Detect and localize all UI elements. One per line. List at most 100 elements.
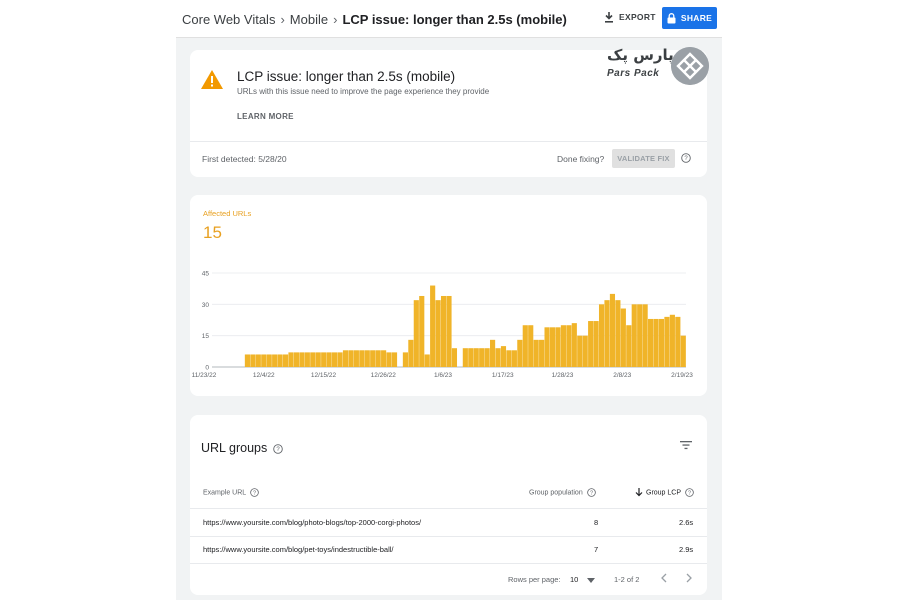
chart-bar <box>604 300 610 367</box>
affected-urls-chart: 0 15 30 45 11/23/22 12/4/22 12/15/22 12/26/22 1/… <box>192 271 694 380</box>
chart-bar <box>637 304 643 367</box>
chart-bar <box>620 308 626 367</box>
rows-per-page-label: Rows per page: <box>508 575 561 584</box>
chart-bar <box>440 295 447 367</box>
svg-text:?: ? <box>684 156 688 162</box>
export-button[interactable]: EXPORT <box>604 12 656 23</box>
y-tick-label: 30 <box>202 302 210 309</box>
chart-bar <box>424 354 430 367</box>
chart-bar <box>506 350 512 367</box>
chart-bar <box>484 348 490 367</box>
x-tick-label: 1/28/23 <box>552 372 574 379</box>
affected-urls-label: Affected URLs <box>203 209 252 218</box>
chart-bar <box>642 304 648 367</box>
y-tick-label: 0 <box>205 365 209 372</box>
column-label-example-url: Example URL <box>203 489 247 497</box>
x-tick-label: 11/23/22 <box>192 372 217 379</box>
chart-bar <box>435 300 441 367</box>
url-groups-heading: URL groups? <box>201 441 284 455</box>
chart-bar <box>539 339 545 367</box>
chart-bar <box>582 335 588 367</box>
chart-bar <box>304 352 310 367</box>
breadcrumb-mobile[interactable]: Mobile <box>290 12 328 27</box>
chart-bar <box>490 339 496 367</box>
first-detected: First detected: 5/28/20 <box>202 154 287 164</box>
chart-bar <box>391 352 398 367</box>
help-icon[interactable]: ? <box>685 488 694 497</box>
chart-bar <box>342 350 349 367</box>
svg-text:?: ? <box>688 490 691 496</box>
help-icon[interactable]: ? <box>250 488 259 497</box>
column-label-group-population: Group population <box>529 489 583 497</box>
help-icon[interactable]: ? <box>586 488 596 497</box>
chevron-right-icon[interactable] <box>685 573 693 583</box>
url-groups-card: URL groups? Example URL? Group populatio… <box>190 415 707 595</box>
caret-down-icon <box>587 577 596 583</box>
chart-bar <box>332 352 338 367</box>
chart-bar <box>381 350 387 367</box>
logo-latin-text: Pars Pack <box>607 68 660 79</box>
chart-bar <box>473 348 479 367</box>
row-2-url[interactable]: https://www.yoursite.com/blog/pet-toys/i… <box>203 545 394 554</box>
top-bar: Core Web Vitals › Mobile › LCP issue: longer… <box>176 0 722 38</box>
chart-bar <box>555 327 561 367</box>
row-1-population: 8 <box>594 518 599 527</box>
chart-bar <box>326 352 332 367</box>
issue-description: URLs with this issue need to improve the… <box>237 87 490 96</box>
chart-bar <box>255 354 261 367</box>
chart-bar <box>408 339 414 367</box>
chart-bar <box>364 350 370 367</box>
chart-bar <box>609 293 616 367</box>
row-1-url[interactable]: https://www.yoursite.com/blog/photo-blog… <box>203 518 421 527</box>
chart-bar <box>315 352 321 367</box>
chevron-right-icon: › <box>333 12 338 28</box>
column-header-group-population[interactable]: Group population? <box>529 488 596 497</box>
chart-bar <box>321 352 327 367</box>
chart-bar <box>571 323 577 367</box>
chart-bar <box>653 318 659 367</box>
chart-bar <box>451 348 458 367</box>
help-icon[interactable]: ? <box>273 443 284 454</box>
chart-bar <box>560 325 566 367</box>
breadcrumb-core-web-vitals[interactable]: Core Web Vitals <box>182 12 275 27</box>
x-tick-label: 2/19/23 <box>671 372 693 379</box>
row-2-lcp: 2.9s <box>679 545 694 554</box>
column-label-group-lcp: Group LCP <box>646 489 682 497</box>
lock-icon <box>667 12 676 23</box>
warning-icon <box>201 70 223 89</box>
help-icon[interactable]: ? <box>681 153 691 163</box>
validate-fix-button[interactable]: VALIDATE FIX <box>612 149 675 168</box>
column-header-group-lcp[interactable]: Group LCP? <box>635 488 694 497</box>
column-header-example-url: Example URL? <box>203 488 259 497</box>
divider <box>190 141 707 142</box>
chevron-left-icon[interactable] <box>660 573 668 583</box>
issue-title: LCP issue: longer than 2.5s (mobile) <box>237 69 456 84</box>
divider <box>190 536 707 537</box>
rows-per-page-select[interactable]: 10 <box>570 575 596 584</box>
chart-bar <box>544 327 550 367</box>
chart-bar <box>348 350 354 367</box>
share-button[interactable]: SHARE <box>662 7 717 29</box>
chart-bar <box>664 316 670 367</box>
chart-bar <box>588 321 594 367</box>
chart-bar <box>375 350 381 367</box>
chart-bar <box>658 318 665 367</box>
chart-bar <box>430 285 436 367</box>
download-icon <box>605 12 613 23</box>
chart-bar <box>277 354 283 367</box>
chart-bar <box>500 346 507 367</box>
divider <box>190 508 707 509</box>
x-tick-label: 1/6/23 <box>434 372 452 379</box>
parspack-logo-icon <box>671 47 709 85</box>
chart-bar <box>261 354 267 367</box>
chart-bar <box>419 295 425 367</box>
affected-urls-value: 15 <box>203 223 222 242</box>
x-tick-label: 12/4/22 <box>253 372 275 379</box>
filter-icon[interactable] <box>680 440 692 450</box>
chart-bar <box>310 352 316 367</box>
chart-bar <box>615 300 621 367</box>
learn-more-link[interactable]: LEARN MORE <box>237 112 294 121</box>
chart-bar <box>272 354 278 367</box>
svg-text:?: ? <box>253 490 256 496</box>
chart-bar <box>511 350 517 367</box>
